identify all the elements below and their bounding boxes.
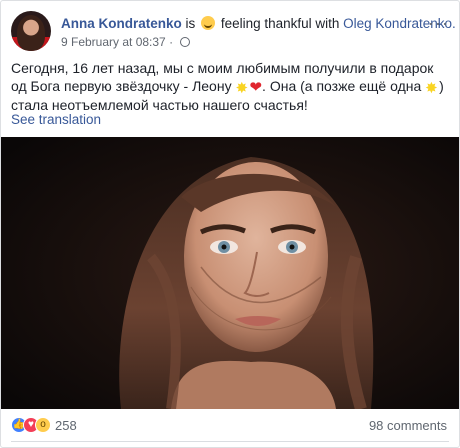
- avatar[interactable]: [11, 11, 51, 51]
- wow-icon[interactable]: o: [35, 417, 51, 433]
- glowing-star-icon: ✸: [235, 80, 249, 97]
- post-card: Anna Kondratenko is feeling thankful wit…: [0, 0, 460, 448]
- feeling-text: feeling thankful with: [220, 16, 340, 31]
- red-heart-icon: ❤: [249, 79, 263, 96]
- header-line: Anna Kondratenko is feeling thankful wit…: [61, 15, 456, 33]
- portrait-photo: [1, 137, 459, 409]
- globe-icon[interactable]: [180, 37, 191, 47]
- timestamp-link[interactable]: 9 February at 08:37: [61, 35, 166, 49]
- comments-count-link[interactable]: 98 comments: [369, 418, 447, 433]
- reaction-count[interactable]: 258: [55, 418, 77, 433]
- is-text: is: [185, 16, 196, 31]
- separator: ·: [169, 35, 174, 49]
- smiling-face-icon: [201, 16, 216, 30]
- post-header: Anna Kondratenko is feeling thankful wit…: [11, 11, 456, 51]
- reactions-bar: 👍 ♥ o 258 98 comments: [11, 415, 449, 437]
- avatar-face: [17, 15, 45, 51]
- see-translation-link[interactable]: See translation: [11, 112, 101, 127]
- post-photo[interactable]: [1, 137, 459, 409]
- post-meta: 9 February at 08:37 ·: [61, 35, 191, 49]
- more-dots-icon[interactable]: ···: [428, 13, 449, 34]
- post-text-part2: . Она (а позже ещё одна: [262, 78, 422, 94]
- post-text: Сегодня, 16 лет назад, мы с моим любимым…: [11, 59, 451, 114]
- divider: [11, 441, 449, 442]
- author-link[interactable]: Anna Kondratenko: [61, 16, 182, 31]
- glowing-star-icon: ✸: [425, 80, 438, 97]
